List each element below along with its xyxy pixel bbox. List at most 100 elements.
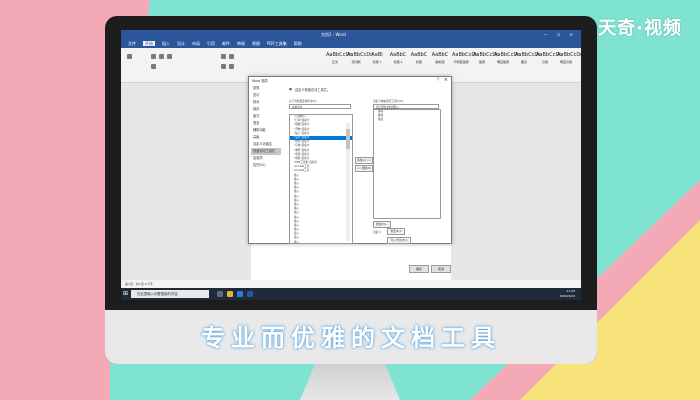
style-preview: AaBbC bbox=[389, 52, 407, 58]
customize-label: 自定义快速访问工具栏(Q): bbox=[373, 100, 404, 103]
style-gallery-item[interactable]: AaBbC 标题 bbox=[410, 52, 428, 74]
style-gallery-item[interactable]: AaBbCcDc 引用 bbox=[536, 52, 562, 74]
options-nav-item[interactable]: 语言 bbox=[251, 120, 281, 127]
options-nav-item[interactable]: 校对 bbox=[251, 99, 281, 106]
style-label: 不明显强调 bbox=[453, 60, 469, 64]
tab-5[interactable]: 引用 bbox=[207, 41, 215, 46]
underline-icon[interactable] bbox=[167, 54, 172, 59]
screen: 文档1 - Word — ☐ ✕ 文件 开始 插入 设计 布局 引用 邮件 审阅 视图 PDF工具… bbox=[121, 30, 581, 300]
add-button[interactable]: 添加(A) >> bbox=[355, 157, 373, 164]
numbering-icon[interactable] bbox=[229, 54, 234, 59]
monitor-stand bbox=[300, 364, 400, 400]
caption-text: 专业而优雅的文档工具 bbox=[201, 324, 501, 352]
clock-date: 2020/4/22 bbox=[559, 294, 575, 298]
tab-9[interactable]: PDF工具集 bbox=[267, 41, 287, 46]
modify-button[interactable]: 修改(M)... bbox=[373, 221, 391, 228]
close-icon[interactable]: × bbox=[444, 77, 448, 83]
options-nav: 常规 显示 校对 保存 版式 语言 辅助功能 高级 自定义功能区 快速访问工具栏 加载项 信任中心 bbox=[251, 85, 281, 169]
options-nav-item[interactable]: 自定义功能区 bbox=[251, 141, 281, 148]
file-explorer-icon[interactable] bbox=[227, 291, 233, 297]
style-label: 明显引用 bbox=[559, 60, 572, 64]
bullets-icon[interactable] bbox=[221, 54, 226, 59]
choose-label: 从下列位置选择命令(C): bbox=[289, 100, 318, 103]
options-nav-item[interactable]: 保存 bbox=[251, 106, 281, 113]
ok-button[interactable]: 确定 bbox=[409, 265, 429, 273]
bold-icon[interactable] bbox=[151, 54, 156, 59]
style-label: 标题 2 bbox=[393, 60, 403, 64]
style-gallery-item[interactable]: AaBl 标题 1 bbox=[368, 52, 386, 74]
edge-icon[interactable] bbox=[237, 291, 243, 297]
style-label: 要点 bbox=[520, 60, 527, 64]
options-nav-item[interactable]: 快速访问工具栏 bbox=[251, 148, 281, 155]
style-label: 强调 bbox=[478, 60, 485, 64]
paste-icon[interactable] bbox=[127, 54, 132, 59]
scroll-thumb[interactable] bbox=[346, 129, 350, 149]
status-text: 第1页，共1页 0个字 bbox=[125, 282, 153, 286]
tab-6[interactable]: 邮件 bbox=[222, 41, 230, 46]
style-gallery-item[interactable]: AaBbCcDc 明显引用 bbox=[557, 52, 581, 74]
style-gallery-item[interactable]: AaBbCcDc 不明显强调 bbox=[452, 52, 478, 74]
style-gallery-item[interactable]: AaBbCcDc 强调 bbox=[473, 52, 499, 74]
options-nav-item[interactable]: 版式 bbox=[251, 113, 281, 120]
style-gallery-item[interactable]: AaBbCcDc 无间隔 bbox=[347, 52, 373, 74]
options-nav-item[interactable]: 显示 bbox=[251, 92, 281, 99]
word-titlebar: 文档1 - Word — ☐ ✕ bbox=[121, 30, 581, 39]
ribbon-tabs: 文件 开始 插入 设计 布局 引用 邮件 审阅 视图 PDF工具集 帮助 bbox=[121, 39, 581, 48]
dialog-header: 自定义快速访问工具栏。 bbox=[295, 88, 331, 92]
font-color-icon[interactable] bbox=[151, 64, 156, 69]
status-bar: 第1页，共1页 0个字 bbox=[121, 280, 581, 288]
taskbar-search[interactable]: 在这里输入你要搜索的内容 bbox=[131, 290, 209, 298]
word-options-dialog: Word 选项 ? × 常规 显示 校对 保存 版式 语言 辅助功能 高级 自定义功能区 快速访问… bbox=[248, 76, 452, 273]
style-label: 引用 bbox=[541, 60, 548, 64]
style-gallery-item[interactable]: AaBbC 副标题 bbox=[431, 52, 449, 74]
options-nav-item[interactable]: 辅助功能 bbox=[251, 127, 281, 134]
import-export-button[interactable]: 导入/导出(P) ▾ bbox=[387, 237, 411, 244]
style-gallery-item[interactable]: AaBbCcDc 明显强调 bbox=[494, 52, 520, 74]
options-nav-item[interactable]: 信任中心 bbox=[251, 162, 281, 169]
options-nav-item[interactable]: 常规 bbox=[251, 85, 281, 92]
style-gallery-item[interactable]: AaBbC 标题 2 bbox=[389, 52, 407, 74]
style-label: 正文 bbox=[331, 60, 338, 64]
word-icon[interactable] bbox=[247, 291, 253, 297]
reset-button[interactable]: 重置(E) ▾ bbox=[387, 228, 405, 235]
choose-commands-dropdown[interactable]: 常用命令 bbox=[289, 104, 351, 109]
task-view-icon[interactable] bbox=[217, 291, 223, 297]
style-preview: AaBl bbox=[371, 52, 383, 58]
tab-8[interactable]: 视图 bbox=[252, 41, 260, 46]
commands-scrollbar[interactable] bbox=[346, 123, 350, 241]
style-label: 标题 bbox=[415, 60, 422, 64]
windows-start-icon[interactable]: ⊞ bbox=[123, 290, 128, 298]
clock[interactable]: 11:29 2020/4/22 bbox=[560, 289, 575, 299]
options-nav-item[interactable]: 高级 bbox=[251, 134, 281, 141]
taskbar: ⊞ 在这里输入你要搜索的内容 11:29 2020/4/22 bbox=[121, 288, 581, 300]
italic-icon[interactable] bbox=[159, 54, 164, 59]
style-preview: AaBbC bbox=[431, 52, 449, 58]
window-title: 文档1 - Word bbox=[321, 32, 346, 37]
options-nav-item[interactable]: 加载项 bbox=[251, 155, 281, 162]
tab-3[interactable]: 设计 bbox=[177, 41, 185, 46]
window-controls[interactable]: — ☐ ✕ bbox=[544, 30, 577, 39]
quick-access-icon: ▣ bbox=[289, 87, 293, 91]
remove-button[interactable]: << 删除(R) bbox=[355, 165, 373, 172]
quick-access-item[interactable]: 恢复 bbox=[374, 118, 440, 122]
help-icon[interactable]: ? bbox=[437, 77, 439, 82]
align-center-icon[interactable] bbox=[229, 64, 234, 69]
tab-1[interactable]: 开始 bbox=[143, 41, 155, 46]
style-preview: AaBbCcDc bbox=[557, 52, 581, 58]
style-gallery-item[interactable]: AaBbCcDc 要点 bbox=[515, 52, 541, 74]
quick-access-list[interactable]: 保存 撤消 恢复 bbox=[373, 109, 441, 219]
command-item[interactable]: 插入 bbox=[290, 241, 352, 243]
cancel-button[interactable]: 取消 bbox=[431, 265, 451, 273]
tab-4[interactable]: 布局 bbox=[192, 41, 200, 46]
watermark-logo: 天奇·视频 bbox=[598, 18, 682, 39]
dialog-title: Word 选项 bbox=[252, 79, 268, 83]
tab-0[interactable]: 文件 bbox=[128, 41, 136, 46]
align-left-icon[interactable] bbox=[221, 64, 226, 69]
tab-7[interactable]: 审阅 bbox=[237, 41, 245, 46]
commands-list[interactable]: <分隔符> "打印"选项卡 "视图"选项卡 "开始"选项卡 "插入"选项卡 "设计"选项卡… bbox=[289, 114, 353, 244]
style-label: 明显强调 bbox=[496, 60, 509, 64]
tab-10[interactable]: 帮助 bbox=[294, 41, 302, 46]
style-gallery-item[interactable]: AaBbCcDc 正文 bbox=[326, 52, 352, 74]
style-preview: AaBbC bbox=[410, 52, 428, 58]
tab-2[interactable]: 插入 bbox=[162, 41, 170, 46]
